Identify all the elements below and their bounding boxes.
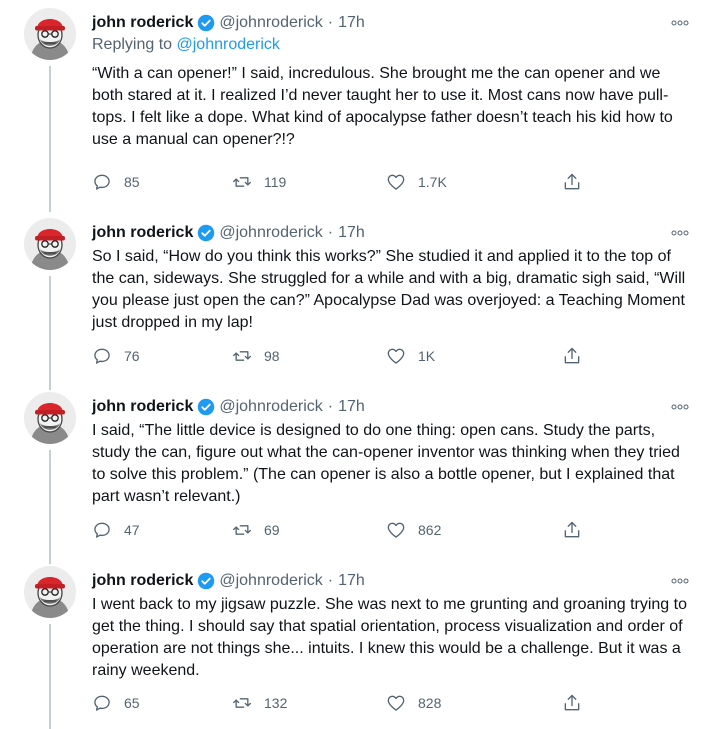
author-handle[interactable]: @johnroderick [219,14,322,32]
separator-dot: · [327,398,334,415]
verified-badge-icon [198,224,215,242]
timestamp[interactable]: 17h [338,398,365,416]
like-button[interactable]: 828 [386,693,441,713]
verified-badge-icon [198,572,215,590]
retweet-button[interactable]: 119 [232,172,286,192]
reply-button[interactable]: 65 [92,693,140,713]
tweet-actions: 85 119 1.7K [92,172,612,196]
reply-prefix: Replying to [92,36,173,53]
share-button[interactable] [562,520,594,540]
tweet-header: john roderick @johnroderick · 17h [92,570,365,592]
like-button[interactable]: 1.7K [386,172,447,192]
author-handle[interactable]: @johnroderick [219,572,322,590]
share-icon [564,521,580,538]
retweet-button[interactable]: 132 [232,693,287,713]
tweet[interactable]: john roderick @johnroderick · 17h So I s… [0,218,708,390]
tweet[interactable]: john roderick @johnroderick · 17h Replyi… [0,8,708,212]
thread-connector [49,624,51,729]
reply-button[interactable]: 76 [92,346,140,366]
tweet-actions: 65 132 828 [92,693,612,717]
tweet-thread: john roderick @johnroderick · 17h Replyi… [0,0,708,729]
tweet-actions: 47 69 862 [92,520,612,544]
timestamp[interactable]: 17h [338,224,365,242]
author-name[interactable]: john roderick [92,572,193,590]
reply-icon [94,522,110,538]
more-icon[interactable] [670,402,690,412]
share-icon [564,173,580,190]
like-button[interactable]: 1K [386,346,435,366]
reply-count: 76 [124,348,140,364]
retweet-count: 98 [264,348,280,364]
share-icon [564,347,580,364]
tweet[interactable]: john roderick @johnroderick · 17h I went… [0,566,708,729]
retweet-count: 132 [264,695,288,711]
avatar[interactable] [24,218,76,270]
tweet-text: I went back to my jigsaw puzzle. She was… [92,596,687,679]
separator-dot: · [327,14,334,31]
retweet-icon [233,698,251,708]
share-icon [564,694,580,711]
like-count: 862 [418,522,442,538]
thread-connector [49,450,51,564]
share-button[interactable] [562,172,594,192]
author-name[interactable]: john roderick [92,14,193,32]
like-count: 1.7K [418,174,447,190]
retweet-button[interactable]: 98 [232,346,280,366]
author-name[interactable]: john roderick [92,224,193,242]
more-icon[interactable] [670,228,690,238]
tweet-text: So I said, “How do you think this works?… [92,248,686,331]
retweet-count: 119 [264,174,287,190]
like-count: 1K [418,348,436,364]
like-count: 828 [418,695,442,711]
more-icon[interactable] [670,576,690,586]
retweet-button[interactable]: 69 [232,520,280,540]
like-icon [387,348,405,364]
tweet-header: john roderick @johnroderick · 17h [92,12,365,34]
like-icon [387,522,405,538]
timestamp[interactable]: 17h [338,572,365,590]
reply-count: 47 [124,522,140,538]
tweet-actions: 76 98 1K [92,346,612,370]
reply-button[interactable]: 47 [92,520,140,540]
author-name[interactable]: john roderick [92,398,193,416]
share-button[interactable] [562,346,594,366]
thread-connector [49,276,51,390]
reply-count: 85 [124,174,140,190]
tweet[interactable]: john roderick @johnroderick · 17h I said… [0,392,708,564]
tweet-header: john roderick @johnroderick · 17h [92,396,365,418]
reply-to-link[interactable]: @johnroderick [177,36,280,53]
more-icon[interactable] [670,18,690,28]
separator-dot: · [327,572,334,589]
tweet-header: john roderick @johnroderick · 17h [92,222,365,244]
reply-button[interactable]: 85 [92,172,140,192]
reply-icon [94,695,110,711]
reply-icon [94,348,110,364]
tweet-text: “With a can opener!” I said, incredulous… [92,65,673,148]
retweet-icon [233,525,251,535]
like-button[interactable]: 862 [386,520,441,540]
timestamp[interactable]: 17h [338,14,365,32]
separator-dot: · [327,224,334,241]
reply-context: Replying to @johnroderick [92,36,280,54]
avatar[interactable] [24,566,76,618]
verified-badge-icon [198,14,215,32]
like-icon [387,695,405,711]
retweet-count: 69 [264,522,280,538]
avatar[interactable] [24,8,76,60]
author-handle[interactable]: @johnroderick [219,398,322,416]
retweet-icon [233,177,251,187]
reply-count: 65 [124,695,140,711]
tweet-text: I said, “The little device is designed t… [92,422,680,505]
retweet-icon [233,351,251,361]
reply-icon [94,174,110,190]
thread-connector [49,66,51,212]
avatar[interactable] [24,392,76,444]
like-icon [387,174,405,190]
share-button[interactable] [562,693,594,713]
author-handle[interactable]: @johnroderick [219,224,322,242]
verified-badge-icon [198,398,215,416]
